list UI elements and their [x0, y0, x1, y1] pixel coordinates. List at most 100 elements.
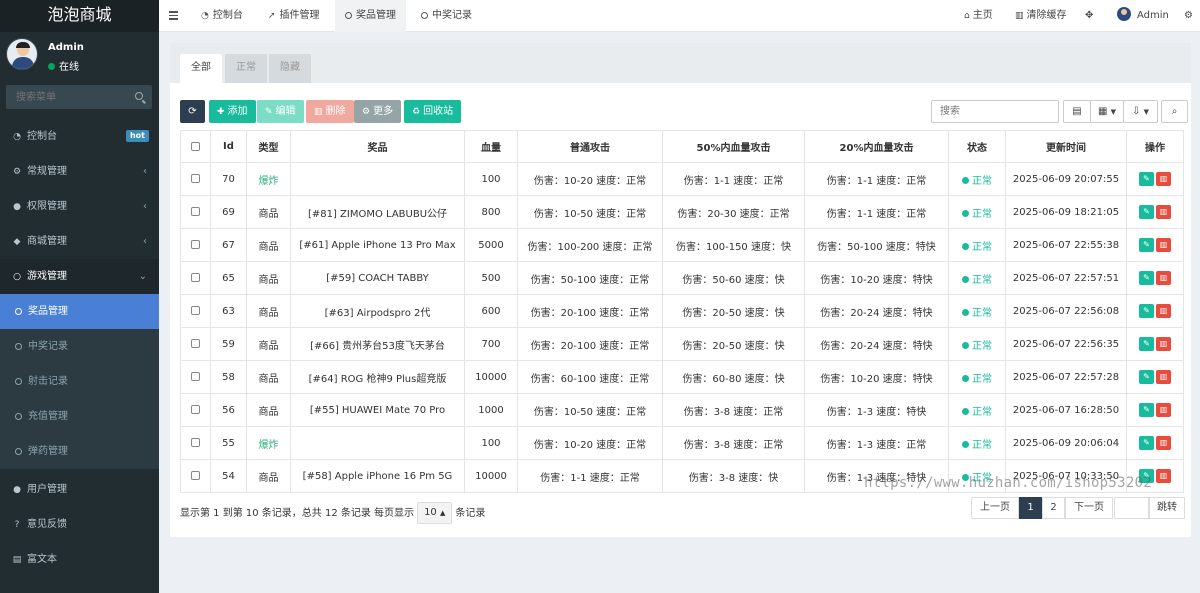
cell-status[interactable]: 正常 — [948, 294, 1006, 328]
fullscreen-icon[interactable]: ✥ — [1085, 0, 1093, 32]
admin-menu[interactable]: Admin — [1117, 0, 1169, 32]
edit-row-button[interactable]: ✎ — [1139, 337, 1154, 351]
table-row[interactable]: 59 商品 [#66] 贵州茅台53度飞天茅台 700 伤害：20-100 速度：正常伤… — [180, 327, 1184, 361]
delete-row-button[interactable]: ▥ — [1156, 436, 1171, 450]
toggle-view-button[interactable]: ▤ — [1063, 100, 1091, 123]
sidebar-item-dashboard[interactable]: ◔ 控制台 hot — [0, 119, 159, 154]
cell-status[interactable]: 正常 — [948, 228, 1006, 262]
row-checkbox[interactable] — [180, 195, 211, 229]
delete-button[interactable]: ▥ 删除 — [306, 100, 354, 123]
row-checkbox[interactable] — [180, 294, 211, 328]
sidebar-item-game[interactable]: ○ 游戏管理 ⌄ — [0, 259, 159, 294]
edit-row-button[interactable]: ✎ — [1139, 271, 1154, 285]
table-row[interactable]: 55 爆炸 100 伤害：10-20 速度：正常 伤害：3-8 速度：正常 伤害：1-3 … — [180, 426, 1184, 460]
clear-cache-button[interactable]: ▥ 清除缓存 — [1015, 0, 1067, 32]
sidebar-item-wins[interactable]: 中奖记录 — [0, 329, 159, 364]
cell-type[interactable]: 爆炸 — [246, 426, 291, 460]
refresh-button[interactable]: ⟳ — [180, 100, 205, 123]
page-size-select[interactable]: 10 ▲ — [417, 502, 453, 524]
table-row[interactable]: 70 爆炸 100 伤害：10-20 速度：正常 伤害：1-1 速度：正常 伤害：1-1 … — [180, 162, 1184, 196]
cell-status[interactable]: 正常 — [948, 195, 1006, 229]
columns-button[interactable]: ▦ ▼ — [1090, 100, 1124, 123]
advanced-search-button[interactable]: ⌕ — [1161, 100, 1188, 123]
delete-row-button[interactable]: ▥ — [1156, 205, 1171, 219]
edit-row-button[interactable]: ✎ — [1139, 304, 1154, 318]
sidebar-item-shots[interactable]: 射击记录 — [0, 364, 159, 399]
row-checkbox[interactable] — [180, 360, 211, 394]
app-logo[interactable]: 泡泡商城 — [0, 0, 159, 32]
table-row[interactable]: 63 商品 [#63] Airpodspro 2代 600 伤害：20-100 速度：正… — [180, 294, 1184, 328]
jump-button[interactable]: 跳转 — [1149, 497, 1185, 519]
cell-status[interactable]: 正常 — [948, 261, 1006, 295]
sidebar-item-feedback[interactable]: ? 意见反馈 — [0, 507, 159, 542]
sidebar-item-general[interactable]: ⚙ 常规管理 ‹ — [0, 154, 159, 189]
search-icon[interactable] — [135, 92, 143, 100]
col-attack[interactable]: 普通攻击 — [517, 130, 663, 163]
tab-prizes[interactable]: 奖品管理 — [335, 0, 406, 32]
export-button[interactable]: ⇩ ▼ — [1123, 100, 1158, 123]
tab-normal[interactable]: 正常 — [225, 54, 267, 83]
edit-row-button[interactable]: ✎ — [1139, 436, 1154, 450]
col-prize[interactable]: 奖品 — [290, 130, 465, 163]
more-button[interactable]: ⚙ 更多 — [354, 100, 402, 123]
select-all-checkbox[interactable] — [180, 130, 211, 163]
page-1-button[interactable]: 1 — [1019, 497, 1042, 519]
tab-dashboard[interactable]: ◔ 控制台 — [201, 0, 243, 32]
edit-button[interactable]: ✎ 编辑 — [257, 100, 304, 123]
table-row[interactable]: 56 商品 [#55] HUAWEI Mate 70 Pro 1000 伤害：10-50… — [180, 393, 1184, 427]
prev-page-button[interactable]: 上一页 — [971, 497, 1019, 519]
delete-row-button[interactable]: ▥ — [1156, 370, 1171, 384]
edit-row-button[interactable]: ✎ — [1139, 172, 1154, 186]
sidebar-item-shop[interactable]: ◆ 商城管理 ‹ — [0, 224, 159, 259]
cell-status[interactable]: 正常 — [948, 393, 1006, 427]
col-attack-50[interactable]: 50%内血量攻击 — [662, 130, 805, 163]
table-search-input[interactable] — [931, 100, 1059, 123]
next-page-button[interactable]: 下一页 — [1065, 497, 1113, 519]
cell-status[interactable]: 正常 — [948, 162, 1006, 196]
sidebar-item-ammo[interactable]: 弹药管理 — [0, 434, 159, 469]
tab-hidden[interactable]: 隐藏 — [269, 54, 311, 83]
page-2-button[interactable]: 2 — [1042, 497, 1065, 519]
edit-row-button[interactable]: ✎ — [1139, 205, 1154, 219]
table-row[interactable]: 58 商品 [#64] ROG 枪神9 Plus超竞版 10000 伤害：60-100 … — [180, 360, 1184, 394]
jump-page-input[interactable] — [1114, 497, 1149, 519]
tab-all[interactable]: 全部 — [180, 54, 222, 83]
recycle-bin-button[interactable]: ♻ 回收站 — [404, 100, 462, 123]
delete-row-button[interactable]: ▥ — [1156, 337, 1171, 351]
table-row[interactable]: 65 商品 [#59] COACH TABBY 500 伤害：50-100 速度：正常伤… — [180, 261, 1184, 295]
col-type[interactable]: 类型 — [246, 130, 291, 163]
edit-row-button[interactable]: ✎ — [1139, 238, 1154, 252]
home-link[interactable]: ⌂ 主页 — [964, 0, 993, 32]
col-updated[interactable]: 更新时间 — [1005, 130, 1127, 163]
col-status[interactable]: 状态 — [948, 130, 1006, 163]
sidebar-item-prizes[interactable]: 奖品管理 — [0, 294, 159, 329]
table-row[interactable]: 69 商品 [#81] ZIMOMO LABUBU公仔 800 伤害：10-50 速度：… — [180, 195, 1184, 229]
settings-icon[interactable]: ⚙ — [1184, 0, 1193, 32]
row-checkbox[interactable] — [180, 426, 211, 460]
table-row[interactable]: 67 商品 [#61] Apple iPhone 13 Pro Max 5000 伤害：… — [180, 228, 1184, 262]
col-hp[interactable]: 血量 — [464, 130, 518, 163]
row-checkbox[interactable] — [180, 459, 211, 493]
row-checkbox[interactable] — [180, 228, 211, 262]
row-checkbox[interactable] — [180, 327, 211, 361]
tab-wins[interactable]: 中奖记录 — [421, 0, 472, 32]
cell-status[interactable]: 正常 — [948, 426, 1006, 460]
sidebar-item-auth[interactable]: ● 权限管理 ‹ — [0, 189, 159, 224]
delete-row-button[interactable]: ▥ — [1156, 304, 1171, 318]
col-id[interactable]: Id — [210, 130, 247, 163]
delete-row-button[interactable]: ▥ — [1156, 238, 1171, 252]
cell-status[interactable]: 正常 — [948, 360, 1006, 394]
row-checkbox[interactable] — [180, 261, 211, 295]
sidebar-item-users[interactable]: ● 用户管理 — [0, 472, 159, 507]
cell-type[interactable]: 爆炸 — [246, 162, 291, 196]
sidebar-item-richtext[interactable]: ▤ 富文本 — [0, 542, 159, 577]
tab-plugins[interactable]: ➚ 插件管理 — [268, 0, 320, 32]
menu-toggle-icon[interactable] — [169, 11, 178, 22]
sidebar-item-recharge[interactable]: 充值管理 — [0, 399, 159, 434]
add-button[interactable]: ✚ 添加 — [209, 100, 256, 123]
cell-status[interactable]: 正常 — [948, 327, 1006, 361]
row-checkbox[interactable] — [180, 162, 211, 196]
delete-row-button[interactable]: ▥ — [1156, 271, 1171, 285]
edit-row-button[interactable]: ✎ — [1139, 403, 1154, 417]
delete-row-button[interactable]: ▥ — [1156, 172, 1171, 186]
